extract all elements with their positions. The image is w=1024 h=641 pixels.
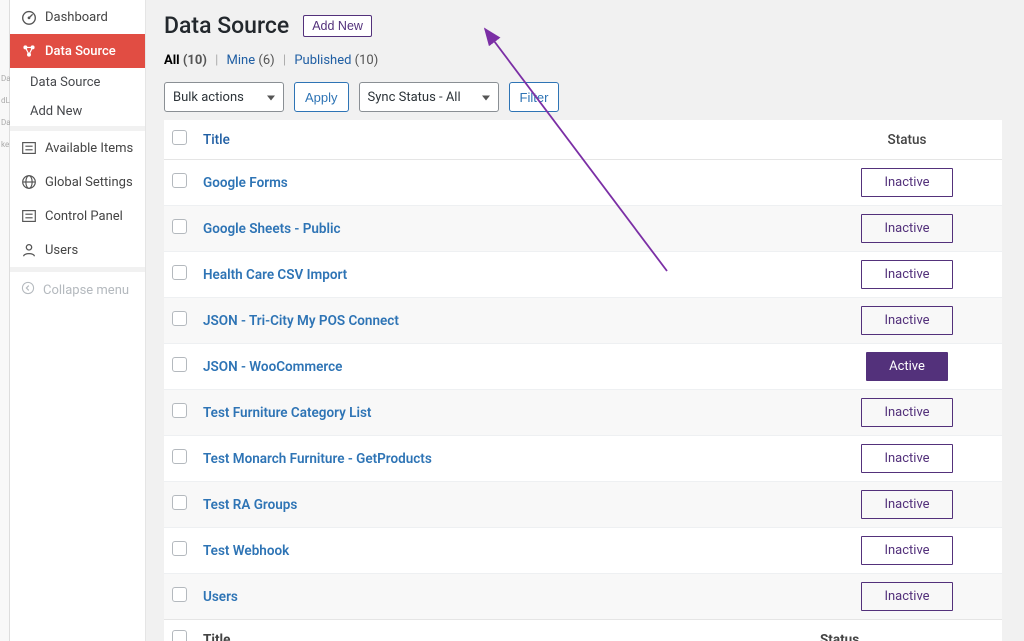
column-status: Status [812, 120, 1002, 160]
sidebar-item-users[interactable]: Users [10, 233, 145, 267]
table-row: Test Monarch Furniture - GetProducts Inac… [164, 436, 1002, 482]
main-content: Data Source Add New All (10) | Mine (6) … [146, 0, 1024, 641]
row-title-link[interactable]: Health Care CSV Import [203, 267, 347, 283]
status-badge[interactable]: Inactive [861, 260, 952, 289]
row-checkbox[interactable] [172, 403, 187, 418]
add-new-button[interactable]: Add New [303, 15, 372, 37]
table-row: JSON - Tri-City My POS Connect Inactive [164, 298, 1002, 344]
sidebar-item-label: Available Items [45, 141, 133, 156]
view-filter-mine[interactable]: Mine (6) [227, 53, 275, 68]
data-source-table: Title Status Google FormsInactiveGoogle … [164, 120, 1002, 641]
status-badge[interactable]: Inactive [861, 398, 952, 427]
apply-button[interactable]: Apply [294, 82, 349, 112]
row-checkbox[interactable] [172, 311, 187, 326]
view-filter-all[interactable]: All (10) [164, 53, 207, 68]
bulk-actions-select[interactable]: Bulk actions [164, 82, 284, 112]
table-row: Google Forms Inactive [164, 160, 1002, 206]
sidebar-item-label: Users [45, 243, 78, 258]
status-badge[interactable]: Inactive [861, 444, 952, 473]
sidebar-item-available-items[interactable]: Available Items [10, 131, 145, 165]
select-all-checkbox-footer[interactable] [172, 630, 187, 641]
table-row: JSON - WooCommerce Active [164, 344, 1002, 390]
row-checkbox[interactable] [172, 449, 187, 464]
sidebar-item-global-settings[interactable]: Global Settings [10, 165, 145, 199]
status-badge[interactable]: Inactive [861, 214, 952, 243]
view-filter-published[interactable]: Published (10) [294, 53, 378, 68]
table-row: Google Sheets - Public Inactive [164, 206, 1002, 252]
sidebar-item-label: Data Source [45, 44, 116, 59]
panel-icon [20, 207, 38, 225]
column-status-footer: Status [812, 620, 1002, 641]
collapse-icon [20, 280, 36, 300]
status-badge[interactable]: Inactive [861, 536, 952, 565]
view-filter-bar: All (10) | Mine (6) | Published (10) [164, 53, 1002, 68]
row-title-link[interactable]: JSON - Tri-City My POS Connect [203, 313, 399, 329]
table-row: Test Webhook Inactive [164, 528, 1002, 574]
table-footer-row: Title Status [164, 620, 1002, 641]
row-checkbox[interactable] [172, 219, 187, 234]
sidebar-item-control-panel[interactable]: Control Panel [10, 199, 145, 233]
status-badge[interactable]: Inactive [861, 168, 952, 197]
list-icon [20, 139, 38, 157]
row-checkbox[interactable] [172, 587, 187, 602]
page-header: Data Source Add New [164, 12, 1002, 39]
row-title-link[interactable]: Google Sheets - Public [203, 221, 341, 237]
user-icon [20, 241, 38, 259]
row-checkbox[interactable] [172, 495, 187, 510]
row-checkbox[interactable] [172, 265, 187, 280]
sidebar-sub-add-new[interactable]: Add New [10, 97, 145, 126]
sidebar-item-dashboard[interactable]: Dashboard [10, 0, 145, 34]
row-title-link[interactable]: Test Furniture Category List [203, 405, 371, 421]
row-checkbox[interactable] [172, 357, 187, 372]
gauge-icon [20, 8, 38, 26]
sidebar-item-label: Dashboard [45, 10, 108, 25]
sync-status-select[interactable]: Sync Status - All [359, 82, 499, 112]
status-badge[interactable]: Inactive [861, 306, 952, 335]
collapse-label: Collapse menu [43, 283, 129, 298]
table-toolbar: Bulk actions Apply Sync Status - All Fil… [164, 82, 1002, 112]
column-title-footer[interactable]: Title [195, 620, 812, 641]
table-row: Users Inactive [164, 574, 1002, 620]
admin-sidebar: Dashboard Data Source Data Source Add Ne… [10, 0, 146, 641]
sidebar-item-data-source[interactable]: Data Source [10, 34, 145, 68]
row-title-link[interactable]: Test Webhook [203, 543, 289, 559]
row-title-link[interactable]: Users [203, 589, 238, 605]
status-badge[interactable]: Inactive [861, 582, 952, 611]
row-checkbox[interactable] [172, 541, 187, 556]
column-title[interactable]: Title [195, 120, 812, 160]
datasource-icon [20, 42, 38, 60]
page-title: Data Source [164, 12, 289, 39]
collapse-menu[interactable]: Collapse menu [10, 272, 145, 308]
table-row: Health Care CSV Import Inactive [164, 252, 1002, 298]
status-badge[interactable]: Active [866, 352, 948, 381]
row-title-link[interactable]: JSON - WooCommerce [203, 359, 342, 375]
row-title-link[interactable]: Test Monarch Furniture - GetProducts [203, 451, 432, 467]
sidebar-item-label: Global Settings [45, 175, 133, 190]
offscreen-left-col: DadLDake [0, 0, 10, 641]
table-header-row: Title Status [164, 120, 1002, 160]
table-row: Test RA Groups Inactive [164, 482, 1002, 528]
table-row: Test Furniture Category List Inactive [164, 390, 1002, 436]
sidebar-sub-data-source[interactable]: Data Source [10, 68, 145, 97]
row-title-link[interactable]: Test RA Groups [203, 497, 297, 513]
filter-button[interactable]: Filter [509, 82, 560, 112]
status-badge[interactable]: Inactive [861, 490, 952, 519]
globe-icon [20, 173, 38, 191]
row-checkbox[interactable] [172, 173, 187, 188]
select-all-checkbox[interactable] [172, 130, 187, 145]
row-title-link[interactable]: Google Forms [203, 175, 288, 191]
sidebar-item-label: Control Panel [45, 209, 123, 224]
